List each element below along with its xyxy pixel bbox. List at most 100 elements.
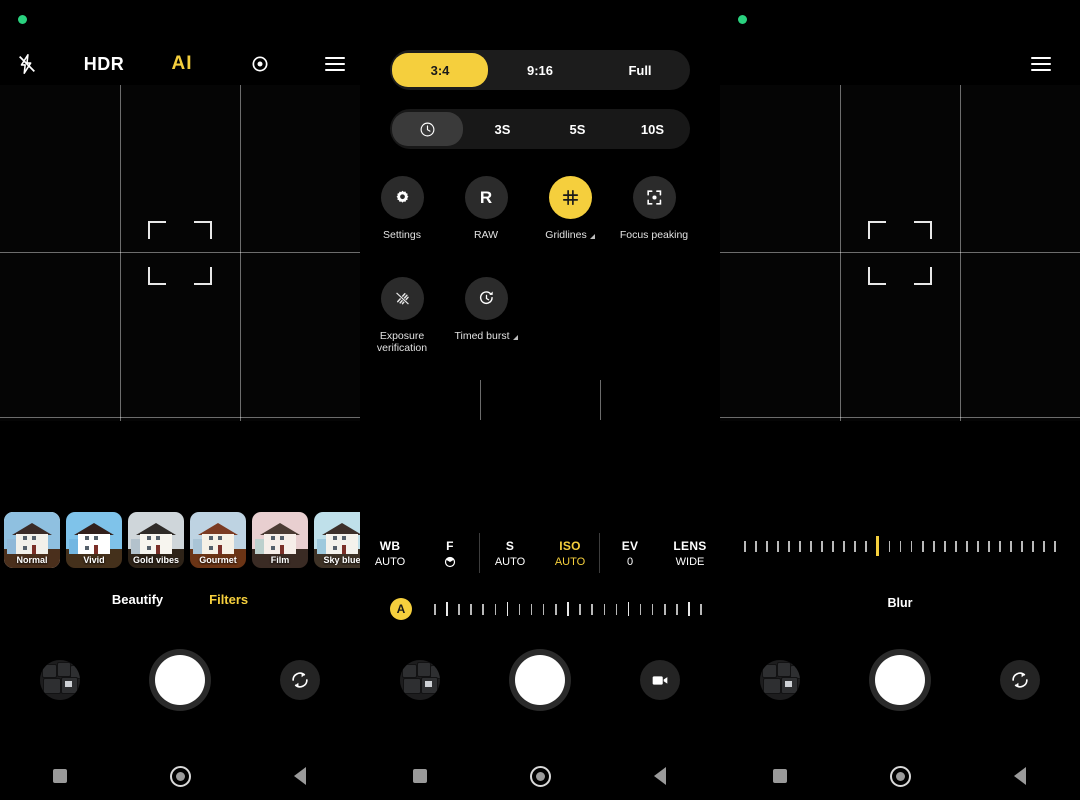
home-button[interactable] xyxy=(889,765,911,787)
back-button[interactable] xyxy=(1014,767,1026,785)
pro-control-iso[interactable]: ISO AUTO xyxy=(540,525,600,581)
switch-camera-button[interactable] xyxy=(280,660,320,700)
ai-button[interactable]: AI xyxy=(154,44,210,84)
pro-control-lens[interactable]: LENS WIDE xyxy=(660,525,720,581)
gallery-thumbnail[interactable] xyxy=(400,660,440,700)
back-button[interactable] xyxy=(654,767,666,785)
pro-key: EV xyxy=(621,538,639,553)
filter-item[interactable]: Film xyxy=(252,512,308,568)
switch-camera-icon xyxy=(1009,669,1031,691)
filter-label: Sky blue xyxy=(323,555,360,565)
shutter-button[interactable] xyxy=(509,649,571,711)
slider-thumb[interactable] xyxy=(876,536,880,556)
focus-bracket xyxy=(868,221,932,285)
tick-mark xyxy=(1032,540,1034,552)
timer-option-3s[interactable]: 3S xyxy=(467,112,538,146)
viewfinder-preview[interactable] xyxy=(720,85,1080,421)
tick-mark xyxy=(933,540,935,552)
filter-item[interactable]: Gourmet xyxy=(190,512,246,568)
switch-camera-button[interactable] xyxy=(1000,660,1040,700)
back-button[interactable] xyxy=(294,767,306,785)
tick-mark xyxy=(639,603,642,615)
tile-settings[interactable]: Settings xyxy=(360,176,444,241)
timed-burst-icon xyxy=(477,289,496,308)
tick-mark xyxy=(434,603,436,615)
tile-label: Gridlines xyxy=(545,229,595,241)
iso-slider[interactable]: A xyxy=(360,594,720,624)
blur-slider[interactable] xyxy=(744,534,1056,558)
home-button[interactable] xyxy=(529,765,551,787)
tick-mark xyxy=(482,603,484,615)
auto-badge[interactable]: A xyxy=(390,598,412,620)
filter-label: Gourmet xyxy=(199,555,237,565)
filter-item[interactable]: Gold vibes xyxy=(128,512,184,568)
tick-mark xyxy=(530,603,533,615)
tick-mark xyxy=(821,540,823,552)
scan-focus-icon xyxy=(250,54,270,74)
timer-option-off[interactable] xyxy=(392,112,463,146)
aspect-ratio-selector[interactable]: 3:4 9:16 Full xyxy=(390,50,690,90)
tile-label: Focus peaking xyxy=(619,229,689,241)
tick-mark xyxy=(603,603,606,615)
recents-button[interactable] xyxy=(773,769,787,783)
gridline-vertical-1 xyxy=(480,380,481,420)
filter-item[interactable]: Sky blue xyxy=(314,512,360,568)
settings-sheet: 3:4 9:16 Full 3S 5S 10S Settings R RAW G… xyxy=(360,0,720,380)
pro-control-shutter[interactable]: S AUTO xyxy=(480,525,540,581)
android-navbar xyxy=(360,752,720,800)
pro-control-aperture[interactable]: F xyxy=(420,525,480,581)
tick-mark xyxy=(555,603,557,615)
viewfinder-preview[interactable] xyxy=(0,85,360,421)
recents-button[interactable] xyxy=(413,769,427,783)
tile-exposure-verification[interactable]: Exposure verification xyxy=(360,277,444,354)
tick-mark xyxy=(988,540,990,552)
tile-gridlines[interactable]: Gridlines xyxy=(528,176,612,241)
timer-option-10s[interactable]: 10S xyxy=(617,112,688,146)
top-toolbar: HDR AI xyxy=(0,44,360,84)
tick-mark xyxy=(788,540,790,552)
menu-button[interactable] xyxy=(310,44,360,84)
tab-beautify[interactable]: Beautify xyxy=(112,592,163,607)
video-mode-button[interactable] xyxy=(640,660,680,700)
shutter-button[interactable] xyxy=(869,649,931,711)
tick-mark xyxy=(755,540,757,552)
gallery-thumbnail[interactable] xyxy=(760,660,800,700)
flash-off-button[interactable] xyxy=(0,44,54,84)
tile-focus-peaking[interactable]: Focus peaking xyxy=(612,176,696,241)
tab-filters[interactable]: Filters xyxy=(209,592,248,607)
timer-selector[interactable]: 3S 5S 10S xyxy=(390,109,690,149)
tile-raw[interactable]: R RAW xyxy=(444,176,528,241)
filter-label: Normal xyxy=(16,555,48,565)
gallery-thumbnail[interactable] xyxy=(40,660,80,700)
hdr-button[interactable]: HDR xyxy=(54,44,154,84)
pro-control-wb[interactable]: WB AUTO xyxy=(360,525,420,581)
tick-mark xyxy=(888,540,891,552)
aspect-ratio-option-full[interactable]: Full xyxy=(592,53,688,87)
pro-value: AUTO xyxy=(554,555,586,568)
menu-button[interactable] xyxy=(1016,44,1066,84)
gridline-vertical-1 xyxy=(840,85,841,421)
aspect-ratio-option-9-16[interactable]: 9:16 xyxy=(492,53,588,87)
home-button[interactable] xyxy=(169,765,191,787)
filter-item[interactable]: Vivid xyxy=(66,512,122,568)
settings-tile-row-2: Exposure verification Timed burst xyxy=(360,277,720,354)
iso-tick-scale[interactable] xyxy=(434,598,702,620)
scene-detect-button[interactable] xyxy=(210,44,310,84)
timer-option-5s[interactable]: 5S xyxy=(542,112,613,146)
tick-mark xyxy=(744,540,746,552)
blur-slider-label: Blur xyxy=(887,596,913,610)
tick-mark xyxy=(777,540,779,552)
gridline-horizontal-2 xyxy=(0,417,360,418)
tile-timed-burst[interactable]: Timed burst xyxy=(444,277,528,354)
filters-carousel[interactable]: Normal Vivid Gold vibes Gourmet Film Sky… xyxy=(0,512,360,572)
shutter-button[interactable] xyxy=(149,649,211,711)
pro-control-ev[interactable]: EV 0 xyxy=(600,525,660,581)
recents-button[interactable] xyxy=(53,769,67,783)
tick-mark xyxy=(910,540,913,552)
focus-bracket xyxy=(148,221,212,285)
tile-label-text: Gridlines xyxy=(545,229,587,241)
gridline-vertical-2 xyxy=(960,85,961,421)
aspect-ratio-option-3-4[interactable]: 3:4 xyxy=(392,53,488,87)
viewfinder-preview[interactable] xyxy=(360,380,720,420)
filter-item[interactable]: Normal xyxy=(4,512,60,568)
